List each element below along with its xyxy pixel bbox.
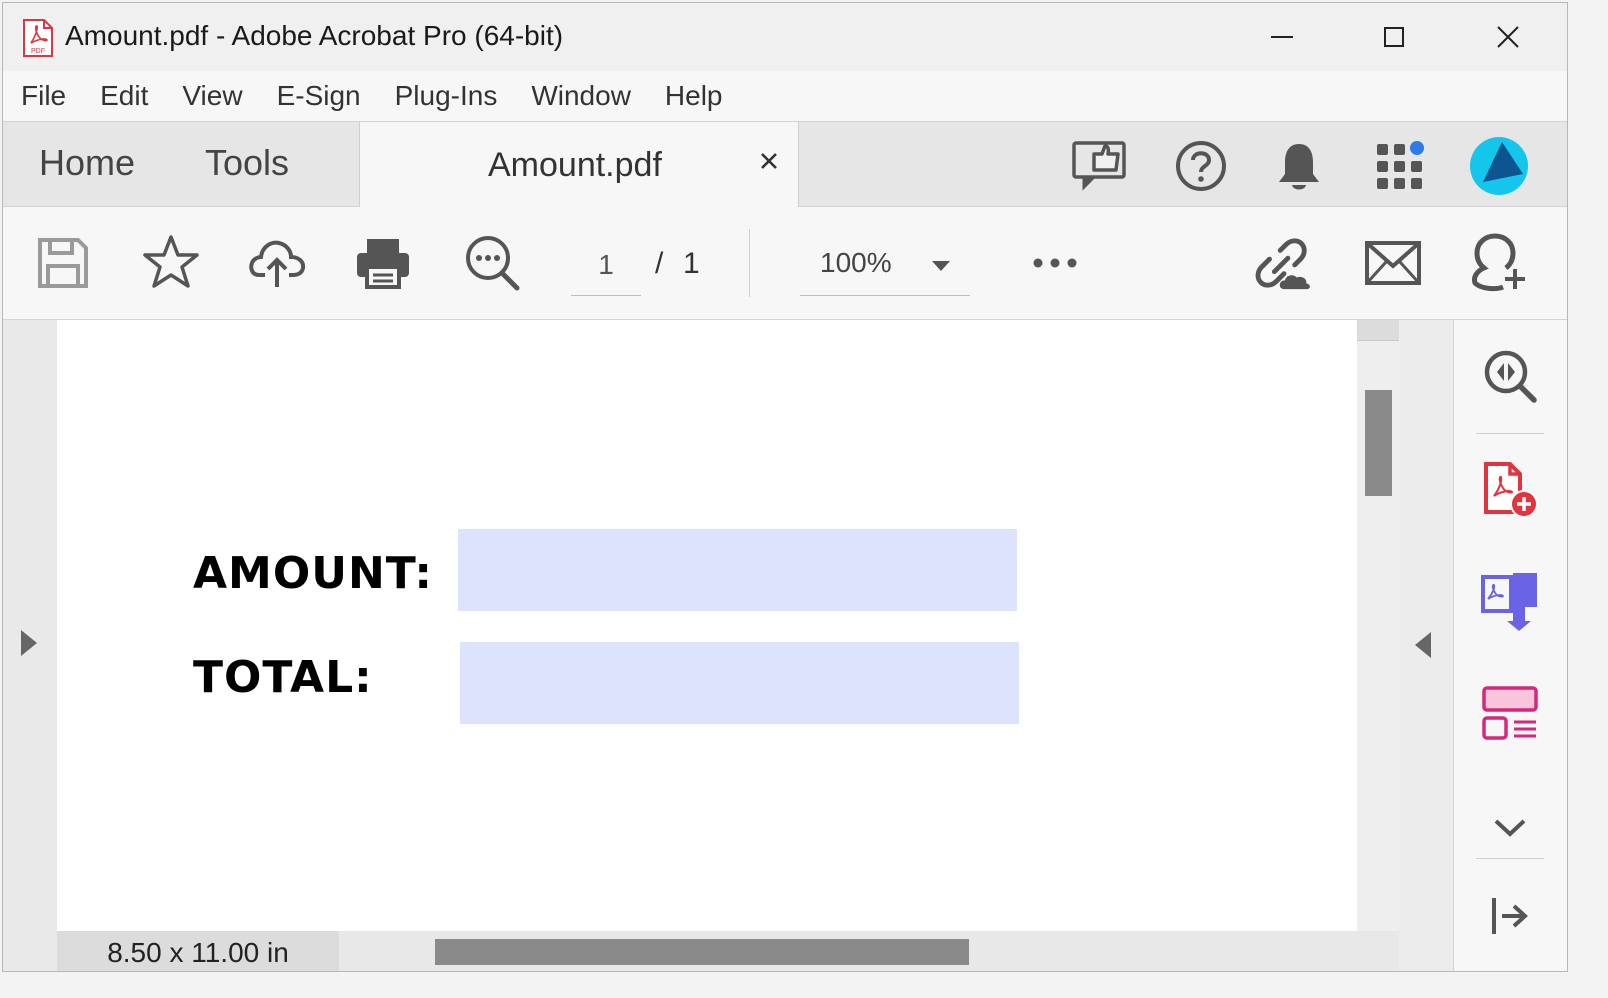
save-icon	[38, 238, 88, 288]
status-bar: 8.50 x 11.00 in	[57, 931, 1399, 971]
combine-files-button[interactable]	[1478, 568, 1542, 632]
zoom-tool-button[interactable]	[1478, 344, 1542, 408]
window-title: Amount.pdf - Adobe Acrobat Pro (64-bit)	[65, 20, 564, 51]
minimize-icon	[1271, 36, 1293, 38]
chevron-down-icon	[932, 261, 950, 271]
organize-pages-icon	[1482, 686, 1538, 740]
create-pdf-button[interactable]	[1478, 458, 1542, 522]
cloud-upload-icon	[249, 240, 306, 287]
menu-help[interactable]: Help	[648, 80, 740, 112]
total-field[interactable]	[460, 642, 1019, 724]
amount-field[interactable]	[458, 529, 1017, 611]
menu-edit[interactable]: Edit	[83, 80, 165, 112]
page-separator: /	[655, 247, 664, 280]
tab-bar: Home Tools Amount.pdf	[3, 121, 1567, 208]
help-icon	[1176, 141, 1226, 191]
tab-document[interactable]: Amount.pdf	[359, 122, 799, 208]
horizontal-scroll-thumb[interactable]	[435, 939, 969, 965]
email-button[interactable]	[1363, 233, 1423, 293]
cloud-link-icon	[1255, 238, 1310, 290]
amount-label: AMOUNT:	[193, 548, 433, 599]
vertical-scroll-thumb[interactable]	[1365, 390, 1392, 496]
acrobat-window: PDF Amount.pdf - Adobe Acrobat Pro (64-b…	[2, 2, 1568, 972]
help-button[interactable]	[1171, 136, 1231, 196]
more-tools-expand-button[interactable]	[1478, 796, 1542, 860]
expand-left-panel-icon[interactable]	[21, 630, 37, 656]
vertical-scrollbar[interactable]	[1357, 320, 1399, 931]
chevron-down-icon	[1494, 819, 1526, 837]
maximize-button[interactable]	[1339, 3, 1449, 71]
maximize-icon	[1384, 27, 1404, 47]
add-user-icon	[1472, 233, 1525, 292]
share-link-button[interactable]	[1255, 233, 1315, 293]
svg-text:PDF: PDF	[31, 48, 45, 55]
total-label: TOTAL:	[193, 652, 373, 703]
rail-divider	[1476, 858, 1544, 859]
collapse-rail-button[interactable]	[1478, 884, 1542, 948]
title-bar: PDF Amount.pdf - Adobe Acrobat Pro (64-b…	[3, 3, 1567, 71]
menu-plugins[interactable]: Plug-Ins	[378, 80, 515, 112]
left-panel-rail	[3, 320, 57, 971]
scrollbar-top-cap	[1357, 320, 1399, 341]
document-page: AMOUNT: TOTAL:	[57, 320, 1357, 931]
expand-right-panel-icon[interactable]	[1415, 632, 1431, 658]
zoom-search-icon	[1484, 350, 1537, 403]
organize-pages-button[interactable]	[1478, 682, 1542, 746]
save-button[interactable]	[33, 233, 93, 293]
close-tab-button[interactable]	[756, 148, 782, 174]
rail-divider	[1476, 433, 1544, 434]
bell-icon	[1279, 144, 1319, 190]
right-panel-gutter	[1399, 320, 1453, 971]
toolbar: 1 / 1 100%	[3, 207, 1567, 320]
menu-esign[interactable]: E-Sign	[260, 80, 378, 112]
apps-grid-icon	[1377, 141, 1424, 189]
mail-icon	[1365, 241, 1421, 285]
star-icon	[143, 235, 199, 288]
close-icon	[1497, 26, 1519, 48]
menu-view[interactable]: View	[165, 80, 259, 112]
avatar-icon	[1470, 137, 1528, 195]
zoom-value: 100%	[820, 247, 892, 278]
close-window-button[interactable]	[1453, 3, 1563, 71]
add-people-button[interactable]	[1469, 233, 1529, 293]
total-pages: 1	[683, 247, 700, 280]
apps-button[interactable]	[1371, 136, 1431, 196]
menu-bar: File Edit View E-Sign Plug-Ins Window He…	[3, 71, 1567, 121]
collapse-panel-icon	[1492, 898, 1528, 934]
search-icon	[466, 236, 520, 291]
more-tools-button[interactable]	[1025, 233, 1085, 293]
acrobat-pdf-icon: PDF	[21, 19, 55, 57]
upload-button[interactable]	[247, 233, 307, 293]
tab-tools[interactable]: Tools	[205, 142, 289, 184]
create-pdf-icon	[1484, 462, 1538, 518]
combine-files-icon	[1481, 573, 1537, 631]
document-tab-label: Amount.pdf	[488, 146, 662, 184]
zoom-dropdown[interactable]: 100%	[800, 245, 970, 296]
more-icon	[1033, 258, 1077, 268]
find-button[interactable]	[463, 233, 523, 293]
share-review-button[interactable]	[1071, 136, 1131, 196]
minimize-button[interactable]	[1227, 3, 1337, 71]
menu-file[interactable]: File	[3, 80, 83, 112]
menu-window[interactable]: Window	[514, 80, 648, 112]
notifications-button[interactable]	[1269, 136, 1329, 196]
print-button[interactable]	[353, 233, 413, 293]
page-number-input[interactable]: 1	[571, 245, 641, 296]
toolbar-divider	[749, 229, 750, 297]
close-tab-icon	[761, 153, 777, 169]
printer-icon	[357, 239, 409, 289]
right-tools-rail	[1453, 320, 1567, 971]
share-review-icon	[1072, 141, 1126, 191]
tab-home[interactable]: Home	[39, 142, 135, 184]
page-size-indicator: 8.50 x 11.00 in	[57, 931, 339, 971]
bookmark-button[interactable]	[141, 233, 201, 293]
avatar[interactable]	[1469, 136, 1529, 196]
